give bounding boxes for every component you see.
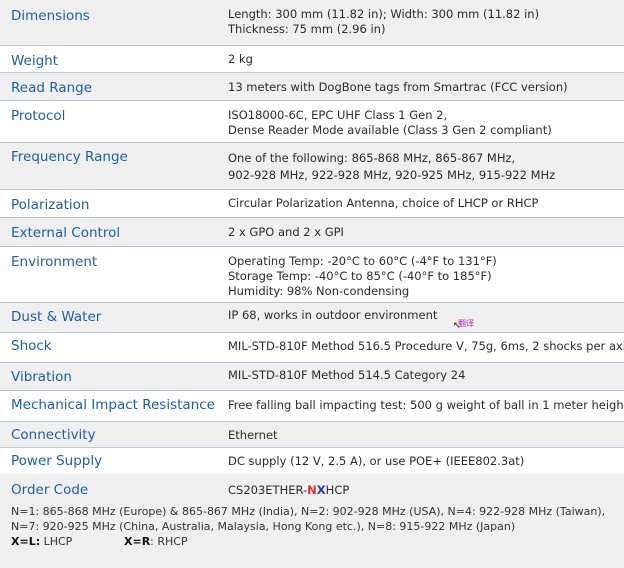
spec-value: DC supply (12 V, 2.5 A), or use POE+ (IE…: [228, 454, 524, 469]
spec-label: Polarization: [11, 197, 90, 213]
spec-label: Shock: [11, 338, 52, 354]
spec-label: External Control: [11, 225, 121, 241]
spec-value: 2 x GPO and 2 x GPI: [228, 225, 344, 240]
key-rhcp-text: : RHCP: [150, 535, 188, 548]
spec-value: One of the following: 865-868 MHz, 865-8…: [228, 150, 555, 184]
key-rhcp: X=R: RHCP: [124, 534, 188, 549]
spec-label: Mechanical Impact Resistance: [11, 397, 215, 413]
spec-label: Dust & Water: [11, 309, 102, 325]
spec-row-frequency-range: Frequency Range One of the following: 86…: [0, 143, 624, 190]
spec-value: Ethernet: [228, 428, 278, 443]
order-code-label: Order Code: [11, 482, 89, 498]
order-note-line: N=7: 920-925 MHz (China, Australia, Mala…: [11, 520, 516, 533]
spec-row-dust-water: Dust & Water IP 68, works in outdoor env…: [0, 303, 624, 333]
spec-value-line: Circular Polarization Antenna, choice of…: [228, 196, 539, 210]
spec-value-line: Operating Temp: -20°C to 60°C (-4°F to 1…: [228, 254, 497, 268]
spec-row-read-range: Read Range 13 meters with DogBone tags f…: [0, 73, 624, 101]
spec-row-protocol: Protocol ISO18000-6C, EPC UHF Class 1 Ge…: [0, 101, 624, 143]
spec-value: Length: 300 mm (11.82 in); Width: 300 mm…: [228, 7, 539, 37]
spec-value: IP 68, works in outdoor environment: [228, 308, 437, 323]
spec-value-line: Thickness: 75 mm (2.96 in): [228, 22, 386, 36]
order-code-n: N: [307, 483, 317, 497]
spec-value-line: Humidity: 98% Non-condensing: [228, 284, 410, 298]
spec-label: Connectivity: [11, 427, 96, 443]
order-note-line: N=1: 865-868 MHz (Europe) & 865-867 MHz …: [11, 505, 606, 518]
spec-value-line: Length: 300 mm (11.82 in); Width: 300 mm…: [228, 7, 540, 21]
spec-row-shock: Shock MIL-STD-810F Method 516.5 Procedur…: [0, 333, 624, 363]
order-code-value: CS203ETHER-NXHCP: [228, 483, 349, 498]
spec-row-external-control: External Control 2 x GPO and 2 x GPI: [0, 218, 624, 247]
key-lhcp-code: X=L:: [11, 535, 41, 548]
order-code-prefix: CS203ETHER-: [228, 483, 308, 497]
spec-value-line: Storage Temp: -40°C to 85°C (-40°F to 18…: [228, 269, 492, 283]
spec-row-weight: Weight 2 kg: [0, 46, 624, 73]
spec-value-line: IP 68, works in outdoor environment: [228, 308, 438, 322]
spec-value-line: MIL-STD-810F Method 516.5 Procedure V, 7…: [228, 339, 624, 353]
key-rhcp-code: X=R: [124, 535, 151, 548]
spec-value-line: 13 meters with DogBone tags from Smartra…: [228, 80, 568, 94]
spec-value-line: MIL-STD-810F Method 514.5 Category 24: [228, 368, 466, 382]
spec-value: 2 kg: [228, 52, 253, 67]
spec-value-line: ISO18000-6C, EPC UHF Class 1 Gen 2,: [228, 108, 448, 122]
spec-value: ISO18000-6C, EPC UHF Class 1 Gen 2, Dens…: [228, 108, 552, 138]
spec-value: Free falling ball impacting test: 500 g …: [228, 398, 624, 413]
key-lhcp-text: LHCP: [40, 535, 73, 548]
spec-value-line: Free falling ball impacting test: 500 g …: [228, 398, 624, 412]
spec-value-line: 2 x GPO and 2 x GPI: [228, 225, 344, 239]
spec-label: Vibration: [11, 369, 72, 385]
spec-row-environment: Environment Operating Temp: -20°C to 60°…: [0, 247, 624, 303]
spec-label: Read Range: [11, 80, 92, 96]
order-code-x: X: [316, 483, 326, 497]
order-code-keys: X=L: LHCP X=R: RHCP: [11, 534, 188, 549]
spec-value: Operating Temp: -20°C to 60°C (-4°F to 1…: [228, 254, 497, 299]
key-lhcp: X=L: LHCP: [11, 535, 72, 548]
spec-label: Environment: [11, 254, 98, 270]
spec-row-vibration: Vibration MIL-STD-810F Method 514.5 Cate…: [0, 363, 624, 391]
spec-row-dimensions: Dimensions Length: 300 mm (11.82 in); Wi…: [0, 0, 624, 46]
spec-value: MIL-STD-810F Method 514.5 Category 24: [228, 368, 465, 383]
spec-label: Frequency Range: [11, 149, 128, 165]
spec-value-line: Dense Reader Mode available (Class 3 Gen…: [228, 123, 552, 137]
spec-value-line: 902-928 MHz, 922-928 MHz, 920-925 MHz, 9…: [228, 168, 556, 182]
spec-value-line: DC supply (12 V, 2.5 A), or use POE+ (IE…: [228, 454, 525, 468]
order-code-section: Order Code CS203ETHER-NXHCP N=1: 865-868…: [0, 474, 624, 568]
spec-row-mechanical-impact: Mechanical Impact Resistance Free fallin…: [0, 391, 624, 422]
spec-label: Protocol: [11, 108, 66, 124]
spec-value-line: Ethernet: [228, 428, 278, 442]
spec-row-power-supply: Power Supply DC supply (12 V, 2.5 A), or…: [0, 448, 624, 474]
spec-value-line: One of the following: 865-868 MHz, 865-8…: [228, 151, 516, 165]
translate-tooltip[interactable]: 翻译: [458, 319, 474, 328]
spec-label: Weight: [11, 53, 59, 69]
spec-label: Power Supply: [11, 453, 103, 469]
order-code-notes: N=1: 865-868 MHz (Europe) & 865-867 MHz …: [11, 504, 605, 534]
spec-value-line: 2 kg: [228, 52, 253, 66]
spec-value: MIL-STD-810F Method 516.5 Procedure V, 7…: [228, 339, 624, 354]
order-code-suffix: HCP: [325, 483, 350, 497]
spec-label: Dimensions: [11, 8, 90, 24]
spec-value: Circular Polarization Antenna, choice of…: [228, 196, 538, 211]
spec-row-polarization: Polarization Circular Polarization Anten…: [0, 190, 624, 218]
spec-value: 13 meters with DogBone tags from Smartra…: [228, 80, 568, 95]
spec-row-connectivity: Connectivity Ethernet: [0, 422, 624, 448]
